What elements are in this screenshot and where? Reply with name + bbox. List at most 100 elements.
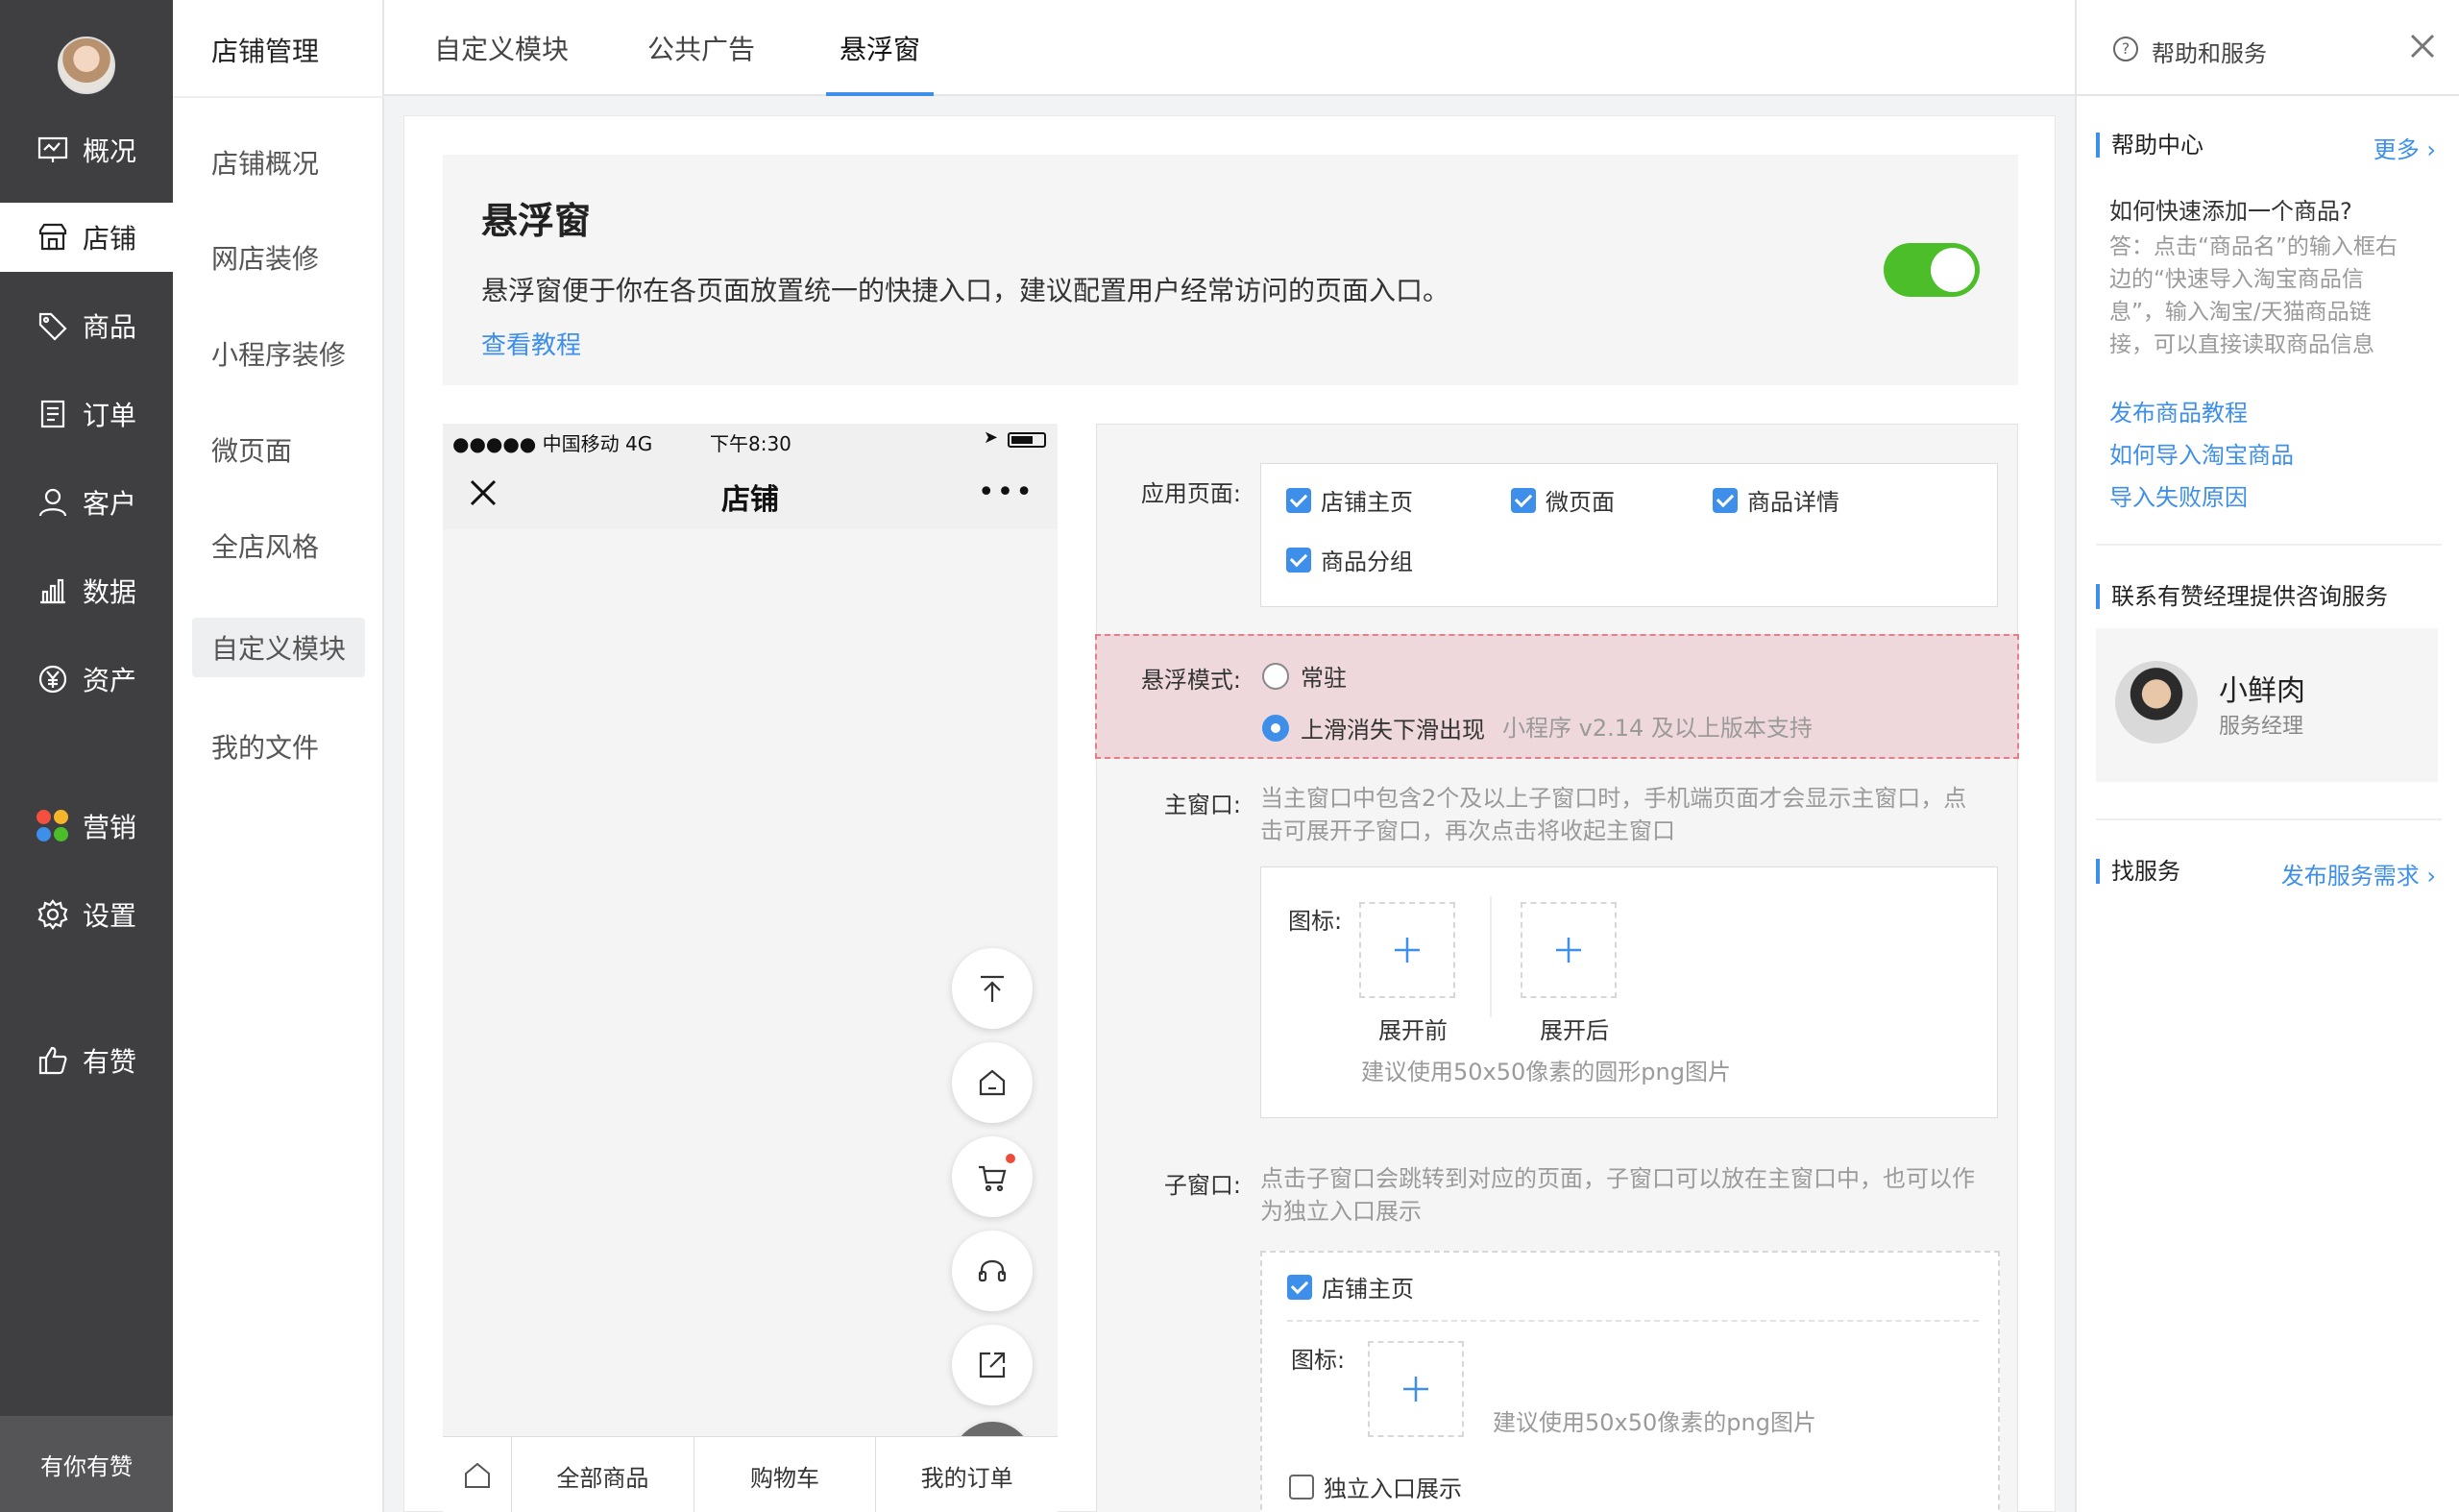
nav-label: 有赞	[83, 1046, 137, 1078]
cart-button[interactable]	[952, 1136, 1033, 1217]
sub-item-shop-decoration[interactable]: 网店装修	[192, 228, 365, 287]
intro-panel: 悬浮窗 悬浮窗便于你在各页面放置统一的快捷入口，建议配置用户经常访问的页面入口。…	[443, 155, 2018, 385]
manager-name: 小鲜肉	[2219, 674, 2305, 708]
nav-item-data[interactable]: 数据	[0, 556, 173, 625]
find-service-title: 找服务	[2096, 859, 2180, 884]
tab-custom-module[interactable]: 自定义模块	[434, 0, 569, 96]
tabbar-my-orders[interactable]: 我的订单	[876, 1437, 1058, 1512]
question-icon: ?	[2113, 37, 2138, 61]
yen-icon	[38, 665, 67, 694]
cart-icon	[979, 1165, 1007, 1192]
nav-item-customers[interactable]: 客户	[0, 468, 173, 537]
phone-title: 店铺	[721, 483, 779, 517]
checkbox-store-home[interactable]: 店铺主页	[1286, 483, 1413, 517]
sub-item-global-style[interactable]: 全店风格	[192, 516, 365, 575]
notification-dot	[1006, 1154, 1015, 1163]
phone-nav-bar: 店铺 •••	[443, 456, 1058, 529]
nav-footer[interactable]: 有你有赞	[0, 1416, 173, 1512]
nav-label: 店铺	[83, 223, 137, 255]
customer-service-button[interactable]	[952, 1231, 1033, 1311]
divider	[1490, 896, 1492, 1017]
sub-item-store-overview[interactable]: 店铺概况	[192, 133, 365, 192]
consult-title: 联系有赞经理提供咨询服务	[2096, 584, 2388, 609]
radio-always-show[interactable]: 常驻	[1262, 659, 1347, 693]
phone-tab-bar: 全部商品 购物车 我的订单	[443, 1436, 1058, 1512]
close-icon[interactable]	[2409, 33, 2436, 60]
float-mode-section: 悬浮模式: 常驻 上滑消失下滑出现 小程序 v2.14 及以上版本支持	[1095, 634, 2019, 759]
sub-window-box: 店铺主页 图标: 建议使用50x50像素的png图片 独立入口展示	[1260, 1251, 2000, 1512]
share-icon	[979, 1352, 1006, 1378]
faq-question[interactable]: 如何快速添加一个商品?	[2109, 192, 2352, 226]
manager-role: 服务经理	[2219, 715, 2304, 739]
nav-label: 资产	[83, 665, 137, 696]
tabbar-cart[interactable]: 购物车	[694, 1437, 877, 1512]
tutorial-link[interactable]: 查看教程	[481, 326, 581, 361]
nav-item-youzan[interactable]: 有赞	[0, 1026, 173, 1095]
float-mode-label: 悬浮模式:	[1140, 667, 1241, 694]
help-link-import-taobao[interactable]: 如何导入淘宝商品	[2109, 436, 2294, 470]
carrier-text: ●●●●● 中国移动 4G	[452, 432, 653, 455]
nav-item-overview[interactable]: 概况	[0, 115, 173, 184]
nav-item-goods[interactable]: 商品	[0, 291, 173, 360]
manager-avatar	[2115, 661, 2198, 744]
nav-item-marketing[interactable]: 营销	[0, 792, 173, 861]
sub-window-hint: 点击子窗口会跳转到对应的页面，子窗口可以放在主窗口中，也可以作 为独立入口展示	[1260, 1165, 1975, 1225]
page-title: 悬浮窗	[481, 200, 592, 242]
sub-item-custom-module[interactable]: 自定义模块	[192, 618, 365, 677]
more-icon[interactable]: •••	[978, 476, 1035, 509]
publish-demand-link[interactable]: 发布服务需求 ›	[2281, 857, 2436, 890]
divider	[2096, 818, 2442, 820]
status-time: 下午8:30	[710, 432, 791, 455]
home-button[interactable]	[952, 1042, 1033, 1123]
sub-item-miniapp-decoration[interactable]: 小程序装修	[192, 324, 365, 383]
checkbox-goods-detail[interactable]: 商品详情	[1713, 483, 1839, 517]
nav-label: 订单	[83, 400, 137, 431]
nav-item-orders[interactable]: 订单	[0, 379, 173, 449]
sub-item-micro-page[interactable]: 微页面	[192, 420, 365, 479]
checkbox-sub-store-home[interactable]: 店铺主页	[1287, 1270, 1414, 1304]
primary-nav: 概况 店铺 商品 订单 客户 数据 资产 营销 设置 有赞 有你有赞	[0, 0, 173, 1512]
help-link-publish-tutorial[interactable]: 发布商品教程	[2109, 394, 2248, 427]
tab-public-ads[interactable]: 公共广告	[647, 0, 755, 96]
icon-label: 图标:	[1288, 908, 1343, 935]
nav-label: 营销	[83, 812, 137, 843]
gear-icon	[37, 899, 68, 930]
main-window-label: 主窗口:	[1163, 792, 1241, 818]
back-to-top-icon	[981, 975, 1004, 1002]
manager-card[interactable]: 小鲜肉 服务经理	[2096, 628, 2438, 782]
tabbar-home[interactable]	[443, 1437, 512, 1512]
checkbox-independent-entry[interactable]: 独立入口展示	[1289, 1470, 1462, 1503]
avatar[interactable]	[58, 37, 115, 94]
more-link[interactable]: 更多 ›	[2374, 131, 2436, 164]
share-button[interactable]	[952, 1325, 1033, 1405]
upload-before[interactable]	[1359, 902, 1455, 998]
upload-after[interactable]	[1521, 902, 1617, 998]
store-icon	[38, 223, 67, 251]
main-icon-suggest: 建议使用50x50像素的圆形png图片	[1361, 1059, 1731, 1085]
top-tabs: 自定义模块 公共广告 悬浮窗	[384, 0, 2075, 96]
secondary-nav: 店铺管理 店铺概况 网店装修 小程序装修 微页面 全店风格 自定义模块 我的文件	[173, 0, 384, 1512]
before-caption: 展开前	[1378, 1017, 1448, 1044]
sub-item-my-files[interactable]: 我的文件	[192, 717, 365, 776]
nav-label: 商品	[83, 311, 137, 343]
tabbar-all-goods[interactable]: 全部商品	[512, 1437, 694, 1512]
divider	[2096, 544, 2442, 546]
nav-item-store[interactable]: 店铺	[0, 203, 173, 272]
help-link-import-fail[interactable]: 导入失败原因	[2109, 478, 2248, 512]
after-caption: 展开后	[1540, 1017, 1609, 1044]
radio-scroll-hide[interactable]: 上滑消失下滑出现 小程序 v2.14 及以上版本支持	[1262, 711, 1813, 744]
apply-pages-label: 应用页面:	[1140, 480, 1241, 507]
nav-item-assets[interactable]: 资产	[0, 645, 173, 714]
faq-answer: 答：点击“商品名”的输入框右 边的“快速导入淘宝商品信 息”，输入淘宝/天猫商品…	[2109, 234, 2398, 357]
order-icon	[40, 400, 65, 428]
back-to-top-button[interactable]	[952, 948, 1033, 1029]
divider	[1287, 1320, 1979, 1322]
plus-icon	[1556, 938, 1581, 963]
checkbox-micro-page[interactable]: 微页面	[1511, 483, 1615, 517]
tab-floating-window[interactable]: 悬浮窗	[825, 0, 935, 96]
nav-item-settings[interactable]: 设置	[0, 880, 173, 949]
checkbox-goods-group[interactable]: 商品分组	[1286, 543, 1413, 576]
upload-sub-icon[interactable]	[1368, 1341, 1464, 1437]
help-title: 帮助和服务	[2152, 40, 2267, 67]
enable-toggle[interactable]	[1884, 243, 1980, 297]
